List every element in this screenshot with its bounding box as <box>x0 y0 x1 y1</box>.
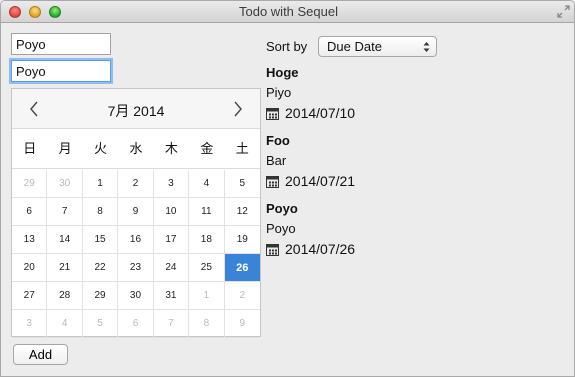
calendar-day[interactable]: 22 <box>82 254 119 282</box>
calendar-icon <box>266 175 279 188</box>
calendar-day[interactable]: 7 <box>153 310 190 338</box>
calendar-day[interactable]: 14 <box>47 226 83 254</box>
calendar-icon <box>266 243 279 256</box>
fullscreen-icon[interactable] <box>557 5 570 18</box>
todo-due: 2014/07/21 <box>266 171 355 191</box>
todo-title: Poyo <box>266 201 298 216</box>
window-title: Todo with Sequel <box>238 4 338 19</box>
calendar-day[interactable]: 11 <box>189 198 225 226</box>
chevron-right-icon[interactable] <box>228 99 248 119</box>
calendar-day[interactable]: 9 <box>224 310 260 338</box>
add-button[interactable]: Add <box>13 344 68 365</box>
calendar-day[interactable]: 24 <box>153 254 190 282</box>
weekday-label: 日 <box>23 141 37 156</box>
weekday-label: 月 <box>58 141 72 156</box>
calendar-day[interactable]: 12 <box>224 198 260 226</box>
weekday-label: 木 <box>164 141 178 156</box>
calendar-day[interactable]: 2 <box>224 282 260 310</box>
calendar-day[interactable]: 2 <box>118 170 154 198</box>
calendar-day[interactable]: 20 <box>12 254 48 282</box>
weekday-label: 火 <box>94 141 108 156</box>
calendar-icon <box>266 107 279 120</box>
app-window: Todo with Sequel 7月 2014 日月火水木金土 2930123… <box>0 0 575 377</box>
title-bar: Todo with Sequel <box>1 1 574 23</box>
calendar-day[interactable]: 28 <box>47 282 83 310</box>
todo-detail: Bar <box>266 153 287 168</box>
calendar-month-label: 7月 2014 <box>107 103 165 119</box>
todo-due: 2014/07/10 <box>266 103 355 123</box>
todo-title: Hoge <box>266 65 299 80</box>
calendar-day[interactable]: 13 <box>12 226 48 254</box>
calendar-day[interactable]: 4 <box>47 310 83 338</box>
calendar-day[interactable]: 29 <box>82 282 119 310</box>
calendar-day[interactable]: 16 <box>118 226 154 254</box>
todo-detail: Piyo <box>266 85 292 100</box>
todo-due-date: 2014/07/21 <box>285 173 356 189</box>
calendar-day[interactable]: 31 <box>153 282 190 310</box>
calendar-day[interactable]: 19 <box>224 226 260 254</box>
calendar-day[interactable]: 5 <box>82 310 119 338</box>
calendar-day[interactable]: 30 <box>47 170 83 198</box>
date-picker: 7月 2014 日月火水木金土 29 30 1 2 3 4 5 6 7 8 9 10 11 12 13 14 1… <box>11 88 261 338</box>
calendar-day[interactable]: 21 <box>47 254 83 282</box>
select-arrows-icon <box>423 42 430 52</box>
weekday-label: 金 <box>200 141 214 156</box>
calendar-day[interactable]: 5 <box>224 170 260 198</box>
todo-item[interactable]: Hoge Piyo 2014/07/10 <box>266 63 355 123</box>
calendar-day[interactable]: 3 <box>153 170 190 198</box>
calendar-day[interactable]: 8 <box>189 310 225 338</box>
todo-due: 2014/07/26 <box>266 239 355 259</box>
calendar-day[interactable]: 17 <box>153 226 190 254</box>
title-field[interactable] <box>11 33 111 55</box>
chevron-left-icon[interactable] <box>24 99 44 119</box>
calendar-day[interactable]: 23 <box>118 254 154 282</box>
calendar-day[interactable]: 8 <box>82 198 119 226</box>
calendar-day[interactable]: 30 <box>118 282 154 310</box>
calendar-day[interactable]: 15 <box>82 226 119 254</box>
weekday-label: 土 <box>235 141 249 156</box>
calendar-day[interactable]: 6 <box>118 310 154 338</box>
calendar-grid: 29 30 1 2 3 4 5 6 7 8 9 10 11 12 13 14 15 16 17 18 19 20 21 22 2… <box>12 170 260 338</box>
todo-item[interactable]: Poyo Poyo 2014/07/26 <box>266 199 355 259</box>
todo-item[interactable]: Foo Bar 2014/07/21 <box>266 131 355 191</box>
calendar-day[interactable]: 3 <box>12 310 48 338</box>
calendar-day[interactable]: 27 <box>12 282 48 310</box>
todo-detail: Poyo <box>266 221 296 236</box>
detail-field[interactable] <box>11 60 111 82</box>
weekday-label: 水 <box>129 141 143 156</box>
calendar-day[interactable]: 18 <box>189 226 225 254</box>
todo-due-date: 2014/07/10 <box>285 105 356 121</box>
calendar-header: 7月 2014 <box>12 89 260 129</box>
detail-input[interactable] <box>16 64 106 79</box>
title-input[interactable] <box>16 37 106 52</box>
calendar-day[interactable]: 9 <box>118 198 154 226</box>
calendar-day[interactable]: 4 <box>189 170 225 198</box>
calendar-day[interactable]: 29 <box>12 170 48 198</box>
sort-label: Sort by <box>266 39 308 54</box>
calendar-day[interactable]: 1 <box>189 282 225 310</box>
weekday-header: 日月火水木金土 <box>12 129 260 169</box>
sort-select[interactable]: Due Date <box>318 36 437 57</box>
calendar-day[interactable]: 10 <box>153 198 190 226</box>
todo-due-date: 2014/07/26 <box>285 241 356 257</box>
calendar-day[interactable]: 7 <box>47 198 83 226</box>
calendar-day[interactable]: 6 <box>12 198 48 226</box>
calendar-day[interactable]: 1 <box>82 170 119 198</box>
sort-selected-value: Due Date <box>327 39 382 54</box>
calendar-day[interactable]: 25 <box>189 254 225 282</box>
calendar-day-selected[interactable]: 26 <box>224 254 260 282</box>
todo-title: Foo <box>266 133 290 148</box>
